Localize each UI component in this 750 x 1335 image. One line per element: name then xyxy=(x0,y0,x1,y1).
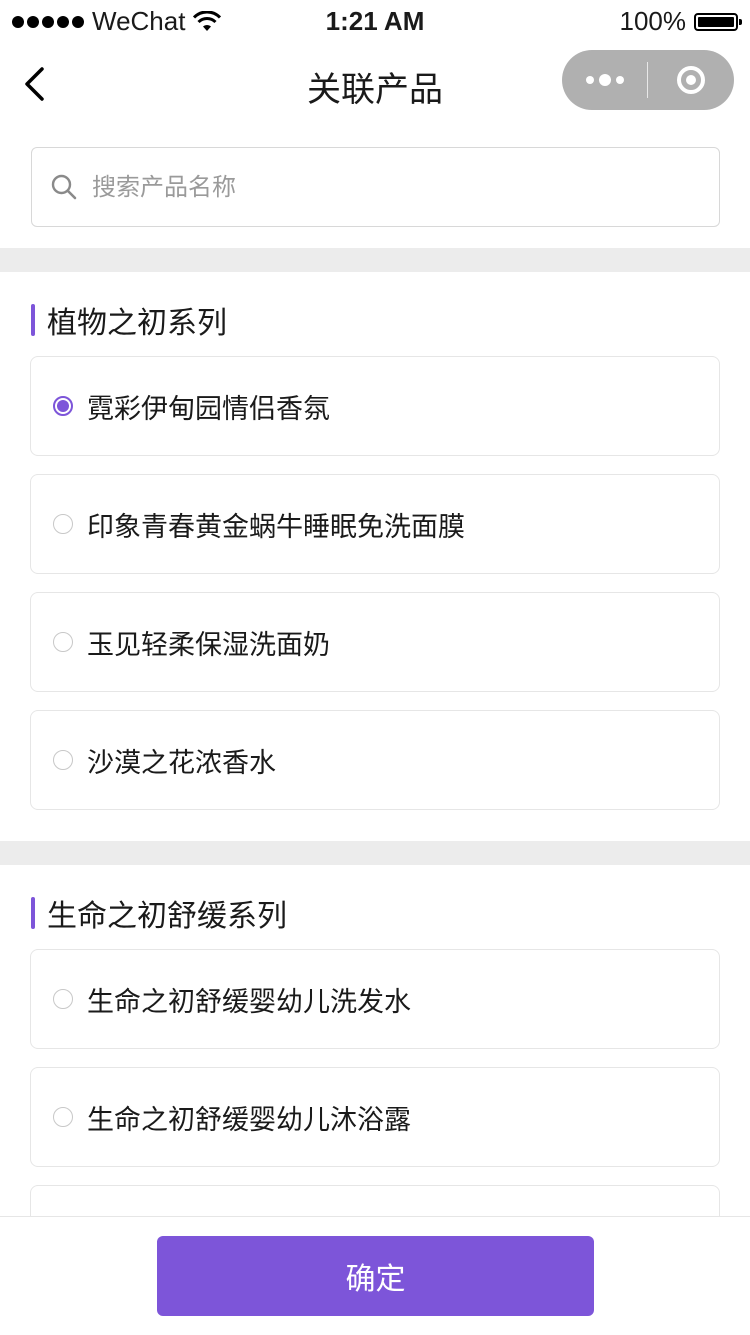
battery-fill xyxy=(698,16,734,27)
list-item[interactable]: 生命之初舒缓婴幼儿沐浴露 xyxy=(30,1067,720,1167)
mini-program-capsule xyxy=(562,50,734,110)
list-item[interactable]: 沙漠之花浓香水 xyxy=(30,710,720,810)
list-item[interactable]: 霓彩伊甸园情侣香氛 xyxy=(30,356,720,456)
section-divider xyxy=(0,248,750,272)
radio-button[interactable] xyxy=(53,632,73,652)
list-item[interactable]: 玉见轻柔保湿洗面奶 xyxy=(30,592,720,692)
item-label: 霓彩伊甸园情侣香氛 xyxy=(87,393,330,425)
search-box[interactable] xyxy=(31,147,720,227)
section-title: 植物之初系列 xyxy=(31,298,227,342)
section-title: 生命之初舒缓系列 xyxy=(31,891,287,935)
section-accent-bar xyxy=(31,304,35,336)
battery-icon xyxy=(694,12,742,31)
more-button[interactable] xyxy=(562,50,647,110)
item-label: 沙漠之花浓香水 xyxy=(87,747,276,779)
item-label: 印象青春黄金蜗牛睡眠免洗面膜 xyxy=(87,511,465,543)
item-label: 玉见轻柔保湿洗面奶 xyxy=(87,629,330,661)
confirm-button[interactable]: 确定 xyxy=(157,1236,594,1316)
radio-button[interactable] xyxy=(53,989,73,1009)
radio-button[interactable] xyxy=(53,750,73,770)
close-button[interactable] xyxy=(648,50,734,110)
battery-percent: 100% xyxy=(619,6,687,36)
radio-button[interactable] xyxy=(53,514,73,534)
more-dot-center xyxy=(598,74,611,86)
bottom-bar: 确定 xyxy=(0,1216,750,1335)
section-title-text: 生命之初舒缓系列 xyxy=(47,899,287,934)
nav-bar: 关联产品 xyxy=(0,40,750,128)
item-label: 生命之初舒缓婴幼儿洗发水 xyxy=(87,986,411,1018)
search-icon xyxy=(51,174,77,200)
more-dot-right xyxy=(615,76,624,84)
target-circle-icon xyxy=(677,66,705,94)
more-dots-icon xyxy=(585,76,594,84)
section-divider xyxy=(0,841,750,865)
list-item[interactable]: 生命之初舒缓婴幼儿洗发水 xyxy=(30,949,720,1049)
section-accent-bar xyxy=(31,897,35,929)
section-title-text: 植物之初系列 xyxy=(47,306,227,341)
list-item[interactable]: 印象青春黄金蜗牛睡眠免洗面膜 xyxy=(30,474,720,574)
item-label: 生命之初舒缓婴幼儿沐浴露 xyxy=(87,1104,411,1136)
radio-button[interactable] xyxy=(53,1107,73,1127)
status-right: 100% xyxy=(619,6,742,37)
status-bar: WeChat 1:21 AM 100% xyxy=(0,0,750,40)
radio-button[interactable] xyxy=(53,396,73,416)
search-input[interactable] xyxy=(90,172,694,202)
